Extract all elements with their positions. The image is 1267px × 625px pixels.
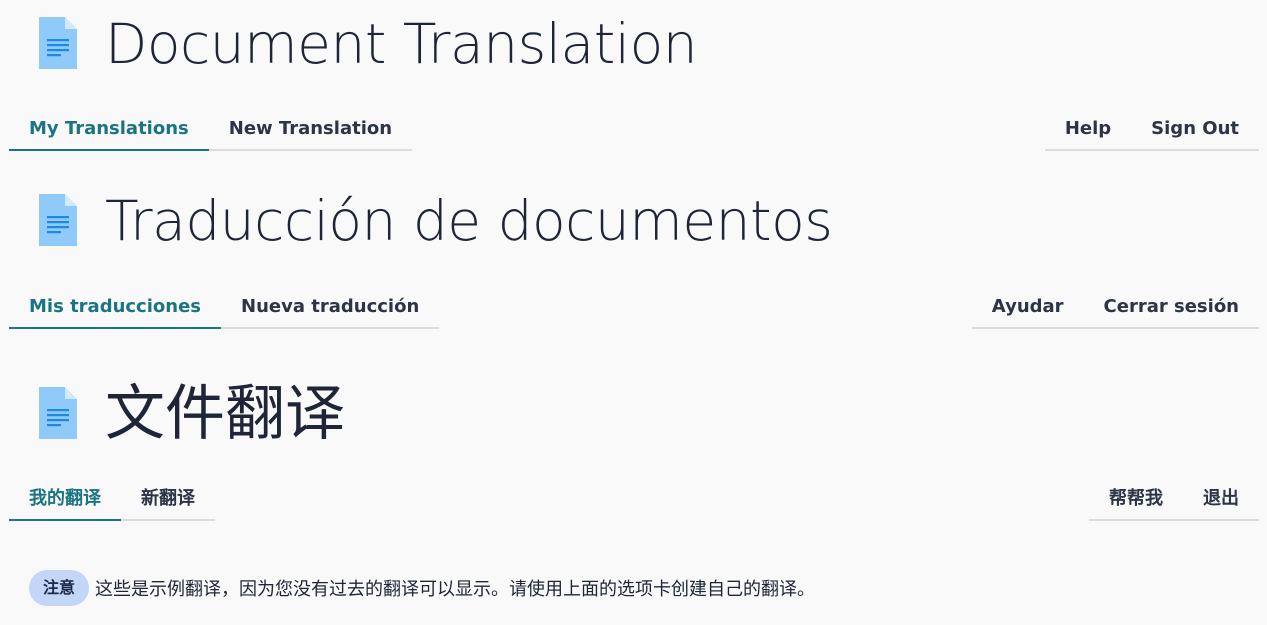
tab-new-translation[interactable]: 新翻译 bbox=[121, 479, 215, 521]
notice-text: 这些是示例翻译，因为您没有过去的翻译可以显示。请使用上面的选项卡创建自己的翻译。 bbox=[95, 579, 816, 600]
tab-my-translations[interactable]: 我的翻译 bbox=[9, 479, 121, 521]
notice-badge: 注意 bbox=[29, 570, 90, 606]
nav-left: 我的翻译 新翻译 bbox=[9, 479, 215, 521]
section-title-row-zh: 文件翻译 bbox=[37, 384, 345, 444]
nav-right: Ayudar Cerrar sesión bbox=[971, 287, 1259, 329]
page-title: Traducción de documentos bbox=[105, 188, 833, 253]
help-link[interactable]: Ayudar bbox=[971, 287, 1084, 329]
section-title-row-en: Document Translation bbox=[37, 11, 698, 76]
sign-out-link[interactable]: Cerrar sesión bbox=[1083, 287, 1259, 329]
nav-left: Mis traducciones Nueva traducción bbox=[9, 287, 440, 329]
document-icon bbox=[39, 17, 77, 69]
help-link[interactable]: 帮帮我 bbox=[1089, 479, 1183, 521]
notice-banner: 注意 这些是示例翻译，因为您没有过去的翻译可以显示。请使用上面的选项卡创建自己的… bbox=[29, 570, 815, 606]
section-title-row-es: Traducción de documentos bbox=[37, 188, 833, 253]
help-link[interactable]: Help bbox=[1044, 109, 1132, 151]
sign-out-link[interactable]: 退出 bbox=[1183, 479, 1259, 521]
page-title: 文件翻译 bbox=[105, 379, 345, 449]
nav-left: My Translations New Translation bbox=[9, 109, 413, 151]
document-icon bbox=[39, 194, 77, 246]
page: Document Translation My Translations New… bbox=[0, 0, 1267, 625]
nav-bar-en: My Translations New Translation Help Sig… bbox=[9, 109, 1259, 151]
nav-bar-zh: 我的翻译 新翻译 帮帮我 退出 bbox=[9, 479, 1259, 521]
nav-right: Help Sign Out bbox=[1044, 109, 1259, 151]
document-icon bbox=[39, 387, 77, 439]
sign-out-link[interactable]: Sign Out bbox=[1131, 109, 1259, 151]
nav-bar-es: Mis traducciones Nueva traducción Ayudar… bbox=[9, 287, 1259, 329]
tab-new-translation[interactable]: Nueva traducción bbox=[221, 287, 440, 329]
tab-new-translation[interactable]: New Translation bbox=[208, 109, 413, 151]
page-title: Document Translation bbox=[105, 11, 698, 76]
tab-my-translations[interactable]: Mis traducciones bbox=[9, 287, 222, 329]
tab-my-translations[interactable]: My Translations bbox=[9, 109, 209, 151]
nav-right: 帮帮我 退出 bbox=[1089, 479, 1259, 521]
